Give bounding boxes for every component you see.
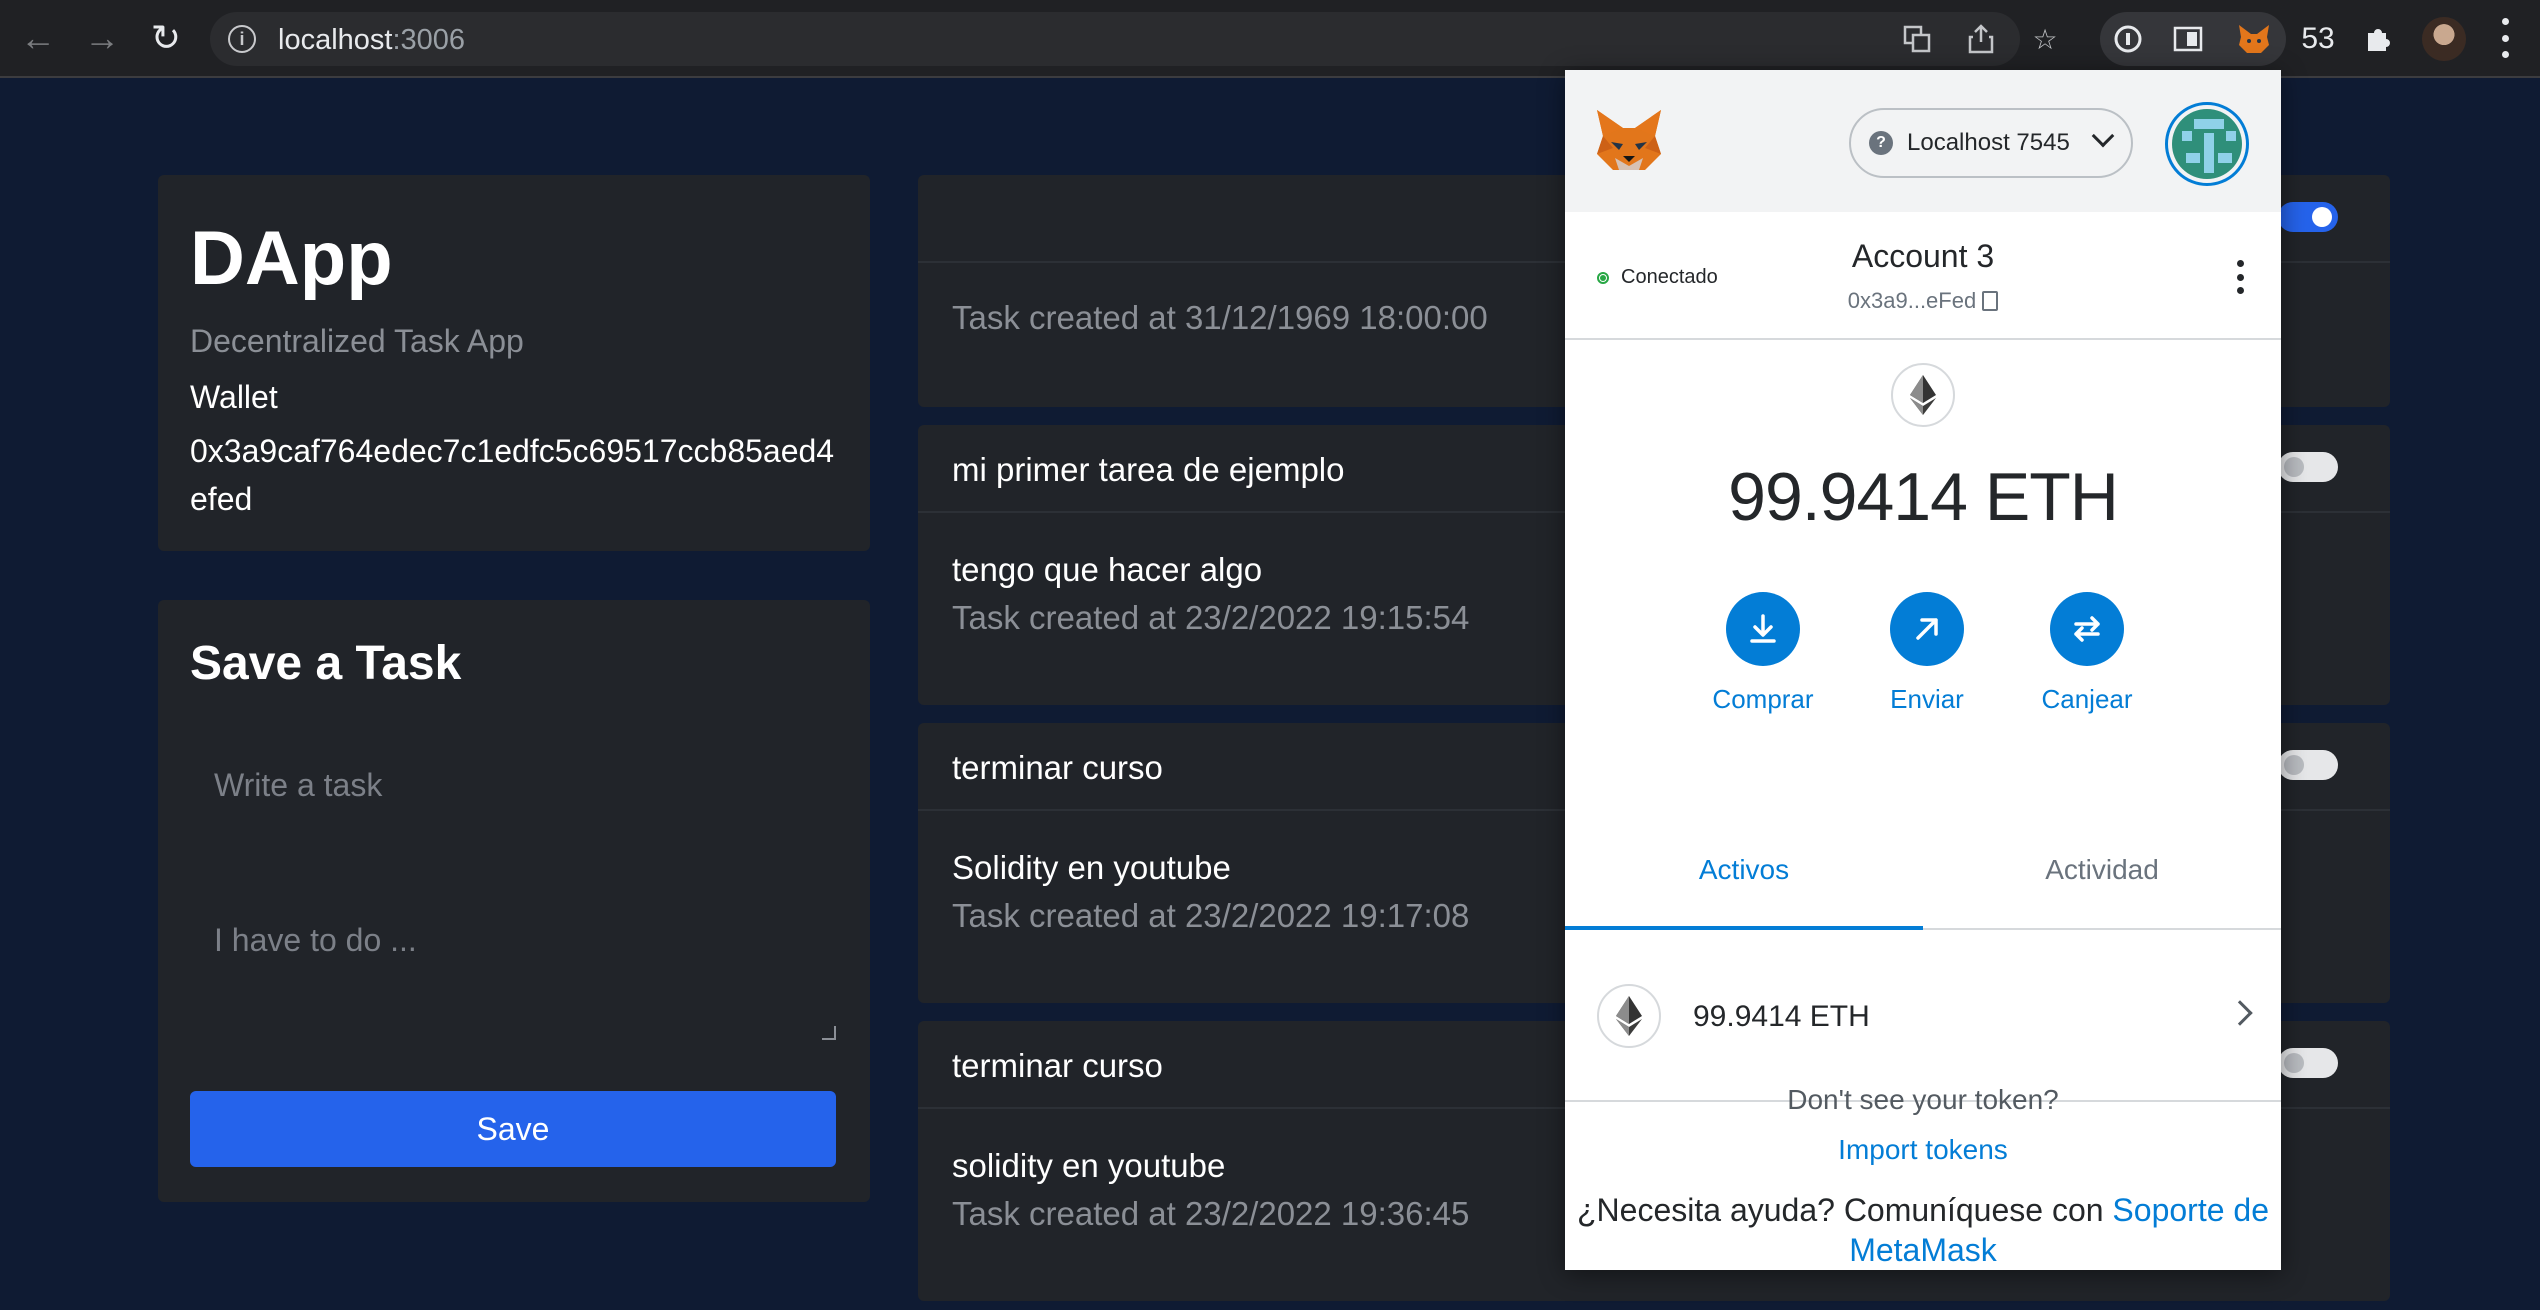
address-bar[interactable]: i localhost:3006 ☆ (210, 12, 2058, 66)
help-text: ¿Necesita ayuda? Comuníquese con Soporte… (1565, 1190, 2281, 1270)
buy-button[interactable]: Comprar (1703, 592, 1823, 715)
network-selector[interactable]: ? Localhost 7545 (1849, 108, 2133, 178)
task-description-input[interactable] (190, 900, 836, 1048)
send-button[interactable]: Enviar (1867, 592, 1987, 715)
extension-badge[interactable]: 53 (2296, 14, 2340, 64)
task-done-toggle[interactable] (2278, 1048, 2338, 1078)
account-name: Account 3 (1851, 238, 1995, 274)
metamask-fox-logo (1597, 110, 1661, 170)
wallet-address: 0x3a9caf764edec7c1edfc5c69517ccb85aed4ef… (190, 433, 835, 517)
metamask-extension-icon[interactable] (2230, 14, 2278, 64)
send-label: Enviar (1890, 684, 1964, 714)
reload-icon[interactable]: ↻ (144, 14, 188, 62)
copy-icon[interactable] (1982, 291, 1999, 311)
download-icon (1726, 592, 1800, 666)
task-created-date: Task created at 23/2/2022 19:15:54 (952, 599, 1470, 636)
asset-row-eth[interactable]: 99.9414 ETH (1565, 932, 2281, 1102)
puzzle-extensions-icon[interactable] (2356, 14, 2400, 64)
eth-asset-icon (1597, 984, 1661, 1048)
sidebar-panel-icon[interactable] (2166, 14, 2210, 64)
password-manager-icon[interactable] (2106, 14, 2150, 64)
tab-activity[interactable]: Actividad (1923, 810, 2281, 930)
url-port: :3006 (392, 24, 466, 56)
asset-value: 99.9414 ETH (1693, 1000, 1870, 1033)
forward-arrow-icon[interactable]: → (80, 14, 124, 62)
app-info-card: DApp Decentralized Task App Wallet 0x3a9… (158, 175, 870, 551)
save-task-card: Save a Task Save (158, 600, 870, 1202)
account-avatar[interactable] (2165, 102, 2249, 186)
task-description: solidity en youtube (952, 1147, 1226, 1184)
swap-label: Canjear (2041, 684, 2133, 714)
task-title: terminar curso (952, 1047, 1163, 1084)
task-description: Solidity en youtube (952, 849, 1231, 886)
back-arrow-icon[interactable]: ← (16, 14, 60, 62)
profile-avatar[interactable] (2422, 17, 2466, 61)
share-icon[interactable] (1964, 22, 1998, 56)
wallet-label: Wallet (190, 379, 278, 415)
send-arrow-icon (1890, 592, 1964, 666)
account-address-text: 0x3a9...eFed (1847, 288, 1977, 313)
url-text[interactable]: localhost:3006 (278, 24, 465, 57)
network-question-icon: ? (1869, 131, 1893, 155)
browser-toolbar: ← → ↻ i localhost:3006 ☆ 53 (0, 0, 2540, 78)
browser-menu-icon[interactable] (2500, 18, 2510, 58)
translate-icon[interactable] (1900, 22, 1934, 56)
help-label: ¿Necesita ayuda? Comuníquese con (1577, 1192, 2104, 1228)
account-options-icon[interactable] (2235, 260, 2245, 294)
eth-logo-icon (1891, 363, 1955, 427)
network-name: Localhost 7545 (1907, 129, 2070, 156)
swap-icon (2050, 592, 2124, 666)
task-done-toggle[interactable] (2278, 452, 2338, 482)
site-info-icon[interactable]: i (228, 25, 256, 53)
account-bar: Conectado Account 3 0x3a9...eFed (1565, 212, 2281, 340)
resize-grip-icon[interactable] (822, 1026, 836, 1040)
app-title: DApp (190, 216, 393, 301)
buy-label: Comprar (1712, 684, 1814, 714)
task-created-date: Task created at 23/2/2022 19:36:45 (952, 1195, 1470, 1232)
task-description: tengo que hacer algo (952, 551, 1263, 588)
save-button[interactable]: Save (190, 1091, 836, 1167)
no-token-text: Don't see your token? (1787, 1084, 2059, 1115)
task-created-date: Task created at 23/2/2022 19:17:08 (952, 897, 1470, 934)
bookmark-star-icon[interactable]: ☆ (2028, 22, 2062, 56)
import-tokens-link[interactable]: Import tokens (1565, 1134, 2281, 1166)
app-subtitle: Decentralized Task App (190, 323, 524, 359)
task-done-toggle[interactable] (2278, 202, 2338, 232)
eth-balance: 99.9414 ETH (1728, 459, 2119, 535)
task-done-toggle[interactable] (2278, 750, 2338, 780)
account-address[interactable]: 0x3a9...eFed (1565, 288, 2281, 314)
task-title: mi primer tarea de ejemplo (952, 451, 1345, 488)
tab-assets[interactable]: Activos (1565, 810, 1923, 930)
url-host: localhost (278, 24, 393, 56)
task-title: terminar curso (952, 749, 1163, 786)
form-title: Save a Task (190, 637, 462, 690)
metamask-popup: ? Localhost 7545 Conectado Account 3 0x3… (1565, 70, 2281, 1270)
chevron-right-icon (2227, 1000, 2253, 1026)
swap-button[interactable]: Canjear (2027, 592, 2147, 715)
metamask-header: ? Localhost 7545 (1565, 70, 2281, 212)
task-created-date: Task created at 31/12/1969 18:00:00 (952, 299, 1488, 336)
task-title-input[interactable] (190, 740, 836, 830)
metamask-tabs: Activos Actividad (1565, 810, 2281, 930)
chevron-down-icon (2091, 124, 2115, 148)
